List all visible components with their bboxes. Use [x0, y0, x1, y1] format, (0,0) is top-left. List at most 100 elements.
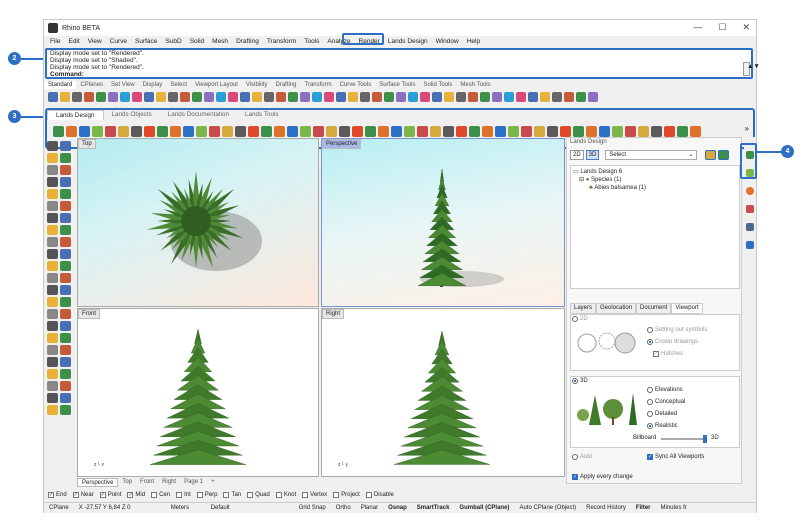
checkbox-apply-every-change[interactable]: ✓ Apply every change: [572, 474, 633, 480]
tool-icon[interactable]: [495, 126, 506, 137]
tool-icon[interactable]: [664, 126, 675, 137]
menu-view[interactable]: View: [84, 36, 106, 47]
tool-icon[interactable]: [540, 92, 550, 102]
plant-view-icon[interactable]: [718, 150, 730, 160]
tool-icon[interactable]: [352, 126, 363, 137]
billboard-slider[interactable]: [661, 435, 707, 443]
tool-icon[interactable]: [420, 92, 430, 102]
toggle-2d-button[interactable]: 2D: [570, 150, 584, 160]
tool-icon[interactable]: [60, 261, 71, 271]
layers-icon[interactable]: [746, 241, 754, 249]
tool-icon[interactable]: [47, 249, 58, 259]
option-hatches[interactable]: ✓ Hatches: [653, 351, 683, 357]
tool-icon[interactable]: [47, 177, 58, 187]
maximize-button[interactable]: ☐: [718, 22, 726, 33]
tool-icon[interactable]: [547, 126, 558, 137]
tool-icon[interactable]: [482, 126, 493, 137]
panel-tab-geolocation[interactable]: Geolocation: [596, 303, 637, 314]
tool-icon[interactable]: [248, 126, 259, 137]
tab-lands-tools[interactable]: Lands Tools: [237, 110, 287, 120]
tool-icon[interactable]: [47, 333, 58, 343]
status-cplane[interactable]: CPlane: [44, 505, 74, 511]
tree-plant[interactable]: ♣ Abies balsamea (1): [573, 184, 737, 192]
tool-icon[interactable]: [552, 92, 562, 102]
osnap-end[interactable]: ✓ End: [48, 492, 67, 498]
tool-icon[interactable]: [235, 126, 246, 137]
tool-icon[interactable]: [417, 126, 428, 137]
tool-icon[interactable]: [47, 405, 58, 415]
tool-icon[interactable]: [209, 126, 220, 137]
tool-icon[interactable]: [348, 92, 358, 102]
tool-icon[interactable]: [274, 126, 285, 137]
tool-icon[interactable]: [326, 126, 337, 137]
tool-icon[interactable]: [612, 126, 623, 137]
tool-icon[interactable]: [60, 165, 71, 175]
menu-lands-design[interactable]: Lands Design: [384, 36, 432, 47]
viewport-right[interactable]: Right z└ y: [321, 308, 565, 477]
tool-icon[interactable]: [79, 126, 90, 137]
minimize-button[interactable]: —: [693, 22, 702, 33]
status-filter[interactable]: Filter: [631, 505, 656, 511]
tool-icon[interactable]: [66, 126, 77, 137]
toggle-3d-button[interactable]: 3D: [585, 150, 600, 160]
tool-icon[interactable]: [47, 213, 58, 223]
tool-icon[interactable]: [261, 126, 272, 137]
tool-icon[interactable]: [573, 126, 584, 137]
osnap-checkbox[interactable]: [333, 492, 340, 498]
status-layer[interactable]: Default: [206, 505, 294, 511]
osnap-vertex[interactable]: Vertex: [302, 492, 327, 498]
tool-icon[interactable]: [132, 92, 142, 102]
status-osnap[interactable]: Osnap: [383, 505, 412, 511]
tool-icon[interactable]: [60, 357, 71, 367]
tool-icon[interactable]: [156, 92, 166, 102]
menu-surface[interactable]: Surface: [131, 36, 161, 47]
radio-2d[interactable]: 2D: [572, 316, 588, 322]
osnap-checkbox[interactable]: ✓: [72, 492, 79, 498]
tool-icon[interactable]: [47, 321, 58, 331]
tool-icon[interactable]: [430, 126, 441, 137]
tool-icon[interactable]: [365, 126, 376, 137]
menu-subd[interactable]: SubD: [161, 36, 185, 47]
tool-icon[interactable]: [504, 92, 514, 102]
tool-icon[interactable]: [456, 92, 466, 102]
tool-icon[interactable]: [300, 126, 311, 137]
tool-icon[interactable]: [60, 333, 71, 343]
tool-icon[interactable]: [47, 393, 58, 403]
tool-icon[interactable]: [47, 285, 58, 295]
menu-transform[interactable]: Transform: [263, 36, 300, 47]
menu-drafting[interactable]: Drafting: [232, 36, 263, 47]
tool-icon[interactable]: [469, 126, 480, 137]
tool-icon[interactable]: [60, 141, 71, 151]
tab-display[interactable]: Display: [139, 81, 167, 89]
tool-icon[interactable]: [443, 126, 454, 137]
tool-icon[interactable]: [47, 309, 58, 319]
tool-icon[interactable]: [60, 201, 71, 211]
tool-icon[interactable]: [560, 126, 571, 137]
tool-icon[interactable]: [651, 126, 662, 137]
menu-mesh[interactable]: Mesh: [208, 36, 232, 47]
tool-icon[interactable]: [456, 126, 467, 137]
tool-icon[interactable]: [180, 92, 190, 102]
tool-icon[interactable]: [372, 92, 382, 102]
osnap-checkbox[interactable]: [365, 492, 372, 498]
tool-icon[interactable]: [60, 285, 71, 295]
tool-icon[interactable]: [336, 92, 346, 102]
vp-tab-front[interactable]: Front: [136, 478, 158, 487]
tab-select[interactable]: Select: [166, 81, 191, 89]
tool-icon[interactable]: [60, 189, 71, 199]
command-prompt[interactable]: Command:: [47, 71, 751, 78]
tool-icon[interactable]: [588, 92, 598, 102]
tool-icon[interactable]: [228, 92, 238, 102]
tool-icon[interactable]: [120, 92, 130, 102]
tool-icon[interactable]: [480, 92, 490, 102]
radio-3d[interactable]: 3D: [572, 378, 588, 384]
tool-icon[interactable]: [60, 225, 71, 235]
status-planar[interactable]: Planar: [356, 505, 383, 511]
radio-auto[interactable]: Auto: [572, 454, 592, 460]
tool-icon[interactable]: [47, 357, 58, 367]
option-setting-out[interactable]: Setting out symbols: [647, 327, 707, 333]
tool-icon[interactable]: [47, 189, 58, 199]
tool-icon[interactable]: [47, 165, 58, 175]
tab-visibility[interactable]: Visibility: [242, 81, 272, 89]
tool-icon[interactable]: [60, 92, 70, 102]
